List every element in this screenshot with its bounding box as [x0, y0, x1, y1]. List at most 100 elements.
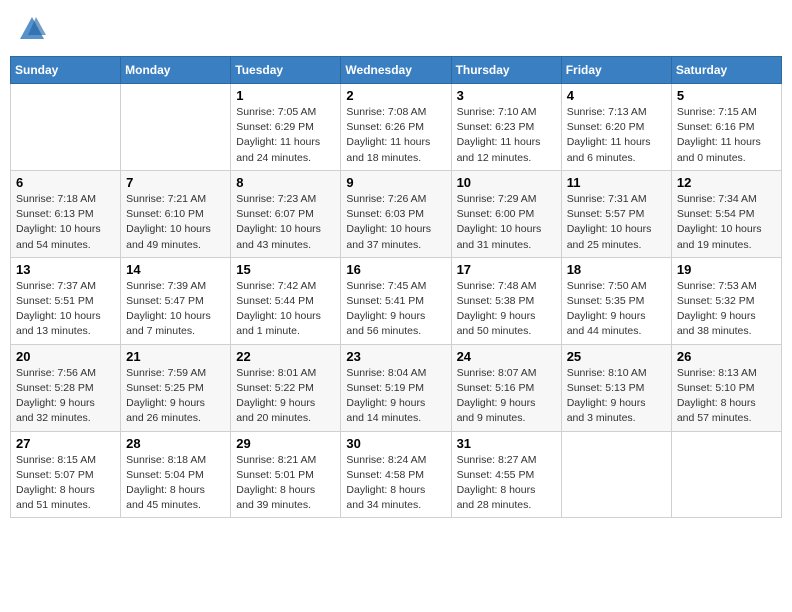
calendar-cell: 31 Sunrise: 8:27 AM Sunset: 4:55 PM Dayli… [451, 431, 561, 518]
calendar-cell: 30 Sunrise: 8:24 AM Sunset: 4:58 PM Dayli… [341, 431, 451, 518]
calendar-cell: 2 Sunrise: 7:08 AM Sunset: 6:26 PM Daylig… [341, 84, 451, 171]
logo [18, 15, 50, 43]
week-row-1: 1 Sunrise: 7:05 AM Sunset: 6:29 PM Daylig… [11, 84, 782, 171]
day-number: 29 [236, 436, 335, 451]
weekday-header-thursday: Thursday [451, 57, 561, 84]
calendar-cell: 24 Sunrise: 8:07 AM Sunset: 5:16 PM Dayli… [451, 344, 561, 431]
calendar-cell [671, 431, 781, 518]
day-number: 17 [457, 262, 556, 277]
day-info: Sunrise: 8:21 AM Sunset: 5:01 PM Dayligh… [236, 453, 335, 514]
day-info: Sunrise: 7:45 AM Sunset: 5:41 PM Dayligh… [346, 279, 445, 340]
day-number: 19 [677, 262, 776, 277]
day-info: Sunrise: 7:50 AM Sunset: 5:35 PM Dayligh… [567, 279, 666, 340]
calendar-cell: 16 Sunrise: 7:45 AM Sunset: 5:41 PM Dayli… [341, 257, 451, 344]
day-info: Sunrise: 7:26 AM Sunset: 6:03 PM Dayligh… [346, 192, 445, 253]
day-info: Sunrise: 7:37 AM Sunset: 5:51 PM Dayligh… [16, 279, 115, 340]
day-info: Sunrise: 8:24 AM Sunset: 4:58 PM Dayligh… [346, 453, 445, 514]
day-info: Sunrise: 7:21 AM Sunset: 6:10 PM Dayligh… [126, 192, 225, 253]
day-number: 10 [457, 175, 556, 190]
day-number: 23 [346, 349, 445, 364]
day-number: 24 [457, 349, 556, 364]
day-number: 7 [126, 175, 225, 190]
calendar-table: SundayMondayTuesdayWednesdayThursdayFrid… [10, 56, 782, 518]
day-number: 16 [346, 262, 445, 277]
calendar-cell: 26 Sunrise: 8:13 AM Sunset: 5:10 PM Dayli… [671, 344, 781, 431]
day-info: Sunrise: 7:34 AM Sunset: 5:54 PM Dayligh… [677, 192, 776, 253]
day-info: Sunrise: 8:07 AM Sunset: 5:16 PM Dayligh… [457, 366, 556, 427]
calendar-cell: 23 Sunrise: 8:04 AM Sunset: 5:19 PM Dayli… [341, 344, 451, 431]
calendar-cell: 9Sunrise: 7:26 AM Sunset: 6:03 PM Daylig… [341, 170, 451, 257]
calendar-cell: 18 Sunrise: 7:50 AM Sunset: 5:35 PM Dayli… [561, 257, 671, 344]
day-number: 18 [567, 262, 666, 277]
day-number: 25 [567, 349, 666, 364]
day-number: 5 [677, 88, 776, 103]
day-info: Sunrise: 8:04 AM Sunset: 5:19 PM Dayligh… [346, 366, 445, 427]
week-row-2: 6Sunrise: 7:18 AM Sunset: 6:13 PM Daylig… [11, 170, 782, 257]
day-info: Sunrise: 7:13 AM Sunset: 6:20 PM Dayligh… [567, 105, 666, 166]
day-info: Sunrise: 7:23 AM Sunset: 6:07 PM Dayligh… [236, 192, 335, 253]
day-number: 27 [16, 436, 115, 451]
calendar-cell: 10 Sunrise: 7:29 AM Sunset: 6:00 PM Dayli… [451, 170, 561, 257]
calendar-cell: 7 Sunrise: 7:21 AM Sunset: 6:10 PM Daylig… [121, 170, 231, 257]
calendar-cell: 14 Sunrise: 7:39 AM Sunset: 5:47 PM Dayli… [121, 257, 231, 344]
day-info: Sunrise: 7:15 AM Sunset: 6:16 PM Dayligh… [677, 105, 776, 166]
day-info: Sunrise: 8:18 AM Sunset: 5:04 PM Dayligh… [126, 453, 225, 514]
day-number: 1 [236, 88, 335, 103]
day-number: 2 [346, 88, 445, 103]
day-info: Sunrise: 7:48 AM Sunset: 5:38 PM Dayligh… [457, 279, 556, 340]
weekday-header-sunday: Sunday [11, 57, 121, 84]
weekday-header-saturday: Saturday [671, 57, 781, 84]
calendar-cell: 19 Sunrise: 7:53 AM Sunset: 5:32 PM Dayli… [671, 257, 781, 344]
calendar-cell: 20Sunrise: 7:56 AM Sunset: 5:28 PM Dayli… [11, 344, 121, 431]
day-number: 28 [126, 436, 225, 451]
week-row-4: 20Sunrise: 7:56 AM Sunset: 5:28 PM Dayli… [11, 344, 782, 431]
calendar-cell: 15 Sunrise: 7:42 AM Sunset: 5:44 PM Dayli… [231, 257, 341, 344]
calendar-cell: 13 Sunrise: 7:37 AM Sunset: 5:51 PM Dayli… [11, 257, 121, 344]
day-info: Sunrise: 8:10 AM Sunset: 5:13 PM Dayligh… [567, 366, 666, 427]
calendar-cell: 5 Sunrise: 7:15 AM Sunset: 6:16 PM Daylig… [671, 84, 781, 171]
day-number: 22 [236, 349, 335, 364]
day-number: 3 [457, 88, 556, 103]
calendar-cell: 3 Sunrise: 7:10 AM Sunset: 6:23 PM Daylig… [451, 84, 561, 171]
day-info: Sunrise: 7:39 AM Sunset: 5:47 PM Dayligh… [126, 279, 225, 340]
day-number: 26 [677, 349, 776, 364]
calendar-cell: 4 Sunrise: 7:13 AM Sunset: 6:20 PM Daylig… [561, 84, 671, 171]
day-number: 11 [567, 175, 666, 190]
calendar-cell: 25 Sunrise: 8:10 AM Sunset: 5:13 PM Dayli… [561, 344, 671, 431]
page-header [10, 10, 782, 48]
calendar-cell: 21Sunrise: 7:59 AM Sunset: 5:25 PM Dayli… [121, 344, 231, 431]
day-info: Sunrise: 7:05 AM Sunset: 6:29 PM Dayligh… [236, 105, 335, 166]
calendar-cell: 22Sunrise: 8:01 AM Sunset: 5:22 PM Dayli… [231, 344, 341, 431]
weekday-header-friday: Friday [561, 57, 671, 84]
day-number: 8 [236, 175, 335, 190]
calendar-cell: 6Sunrise: 7:18 AM Sunset: 6:13 PM Daylig… [11, 170, 121, 257]
day-info: Sunrise: 7:59 AM Sunset: 5:25 PM Dayligh… [126, 366, 225, 427]
calendar-cell: 27Sunrise: 8:15 AM Sunset: 5:07 PM Dayli… [11, 431, 121, 518]
calendar-cell: 28 Sunrise: 8:18 AM Sunset: 5:04 PM Dayli… [121, 431, 231, 518]
day-number: 13 [16, 262, 115, 277]
day-number: 15 [236, 262, 335, 277]
day-info: Sunrise: 7:08 AM Sunset: 6:26 PM Dayligh… [346, 105, 445, 166]
day-info: Sunrise: 7:56 AM Sunset: 5:28 PM Dayligh… [16, 366, 115, 427]
day-number: 12 [677, 175, 776, 190]
weekday-header-wednesday: Wednesday [341, 57, 451, 84]
day-number: 4 [567, 88, 666, 103]
day-info: Sunrise: 7:10 AM Sunset: 6:23 PM Dayligh… [457, 105, 556, 166]
calendar-cell [121, 84, 231, 171]
weekday-header-row: SundayMondayTuesdayWednesdayThursdayFrid… [11, 57, 782, 84]
day-info: Sunrise: 8:27 AM Sunset: 4:55 PM Dayligh… [457, 453, 556, 514]
logo-icon [18, 15, 46, 43]
day-number: 30 [346, 436, 445, 451]
day-info: Sunrise: 7:53 AM Sunset: 5:32 PM Dayligh… [677, 279, 776, 340]
calendar-cell: 17 Sunrise: 7:48 AM Sunset: 5:38 PM Dayli… [451, 257, 561, 344]
day-info: Sunrise: 7:29 AM Sunset: 6:00 PM Dayligh… [457, 192, 556, 253]
day-number: 14 [126, 262, 225, 277]
day-number: 31 [457, 436, 556, 451]
day-info: Sunrise: 7:42 AM Sunset: 5:44 PM Dayligh… [236, 279, 335, 340]
day-info: Sunrise: 7:31 AM Sunset: 5:57 PM Dayligh… [567, 192, 666, 253]
weekday-header-tuesday: Tuesday [231, 57, 341, 84]
day-info: Sunrise: 8:13 AM Sunset: 5:10 PM Dayligh… [677, 366, 776, 427]
week-row-5: 27Sunrise: 8:15 AM Sunset: 5:07 PM Dayli… [11, 431, 782, 518]
calendar-cell [11, 84, 121, 171]
day-number: 6 [16, 175, 115, 190]
